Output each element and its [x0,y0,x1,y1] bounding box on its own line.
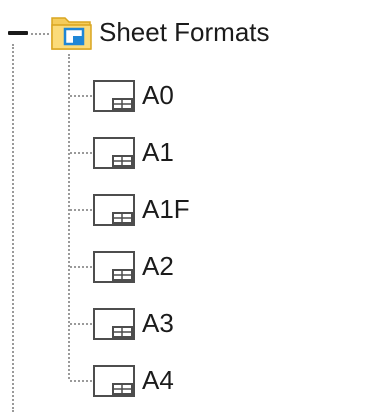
tree-node-a3[interactable]: A3 [92,301,174,345]
tree-link-child [70,95,92,97]
tree-node-label: A1F [142,194,190,224]
sheet-format-icon [93,137,135,169]
collapse-toggle[interactable] [5,24,31,42]
tree-node-a0[interactable]: A0 [92,73,174,117]
tree-node-label: A4 [142,365,174,395]
sheet-format-icon [93,194,135,226]
tree-node-label: A2 [142,251,174,281]
tree-link-child [70,209,92,211]
sheet-formats-tree: Sheet Formats A0 A1 A1F A2 A3 A4 [0,0,379,412]
tree-guide-children [68,54,70,379]
tree-link-root [31,33,49,35]
folder-icon [51,17,92,50]
tree-node-label: A3 [142,308,174,338]
sheet-format-icon [93,80,135,112]
tree-node-label: A0 [142,80,174,110]
tree-node-a1[interactable]: A1 [92,130,174,174]
tree-link-child [70,266,92,268]
tree-node-a1f[interactable]: A1F [92,187,190,231]
tree-node-a2[interactable]: A2 [92,244,174,288]
tree-node-label: Sheet Formats [99,17,270,47]
tree-link-child [70,380,92,382]
minus-icon [8,31,28,35]
sheet-format-icon [93,308,135,340]
sheet-format-icon [93,365,135,397]
tree-node-a4[interactable]: A4 [92,358,174,402]
tree-guide-outer [12,44,14,412]
tree-node-sheet-formats[interactable]: Sheet Formats [50,10,270,54]
sheet-format-icon [93,251,135,283]
tree-link-child [70,152,92,154]
tree-node-label: A1 [142,137,174,167]
tree-link-child [70,323,92,325]
